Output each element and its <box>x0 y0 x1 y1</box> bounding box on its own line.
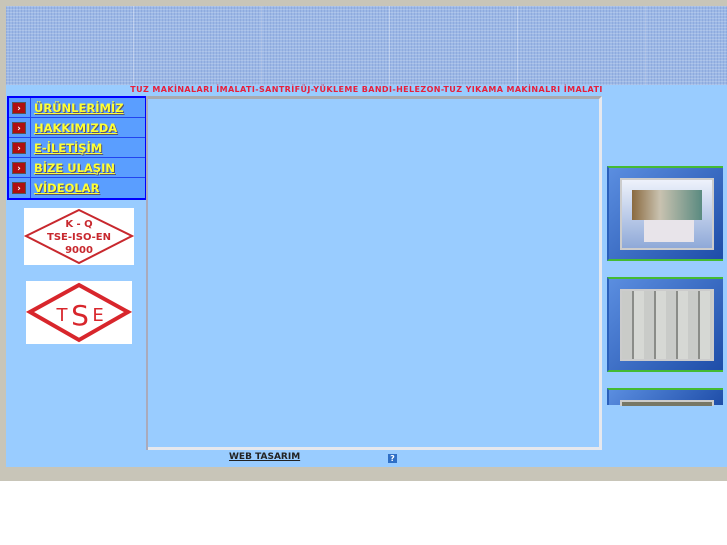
svg-text:S: S <box>71 299 89 332</box>
chevron-right-icon: › <box>12 141 26 154</box>
svg-text:TSE-ISO-EN: TSE-ISO-EN <box>47 232 111 243</box>
chevron-right-icon: › <box>12 101 26 114</box>
kq-tse-iso-logo: K - Q TSE-ISO-EN 9000 <box>23 208 135 265</box>
menu-item-hakkimizda[interactable]: › HAKKIMIZDA <box>9 117 145 138</box>
svg-text:9000: 9000 <box>65 245 93 256</box>
menu-item-urunlerimiz[interactable]: › ÜRÜNLERİMİZ <box>9 97 145 118</box>
svg-text:T: T <box>56 305 69 326</box>
menu-link[interactable]: ÜRÜNLERİMİZ <box>34 101 124 115</box>
page: TUZ MAKİNALARI İMALATI-SANTRİFÜJ-YÜKLEME… <box>6 6 727 467</box>
menu-link[interactable]: BİZE ULAŞIN <box>34 161 115 175</box>
header-banner <box>6 6 727 85</box>
product-image[interactable] <box>607 388 723 406</box>
menu-item-e-iletisim[interactable]: › E-İLETİŞİM <box>9 137 145 158</box>
menu-item-bize-ulasin[interactable]: › BİZE ULAŞIN <box>9 157 145 178</box>
chevron-right-icon: › <box>12 161 26 174</box>
main-content <box>148 96 602 450</box>
menu-link[interactable]: VİDEOLAR <box>34 181 99 195</box>
product-image[interactable] <box>607 277 723 372</box>
tse-logo: T S E <box>25 281 133 344</box>
help-icon[interactable]: ? <box>387 453 398 464</box>
tagline: TUZ MAKİNALARI İMALATI-SANTRİFÜJ-YÜKLEME… <box>130 85 603 94</box>
menu-link[interactable]: HAKKIMIZDA <box>34 121 117 135</box>
nav-menu: › ÜRÜNLERİMİZ › HAKKIMIZDA › E-İLETİŞİM › Bİ… <box>7 96 147 200</box>
svg-text:E: E <box>92 305 103 326</box>
menu-item-videolar[interactable]: › VİDEOLAR <box>9 178 145 198</box>
web-design-link[interactable]: WEB TASARIM <box>229 452 300 462</box>
chevron-right-icon: › <box>12 121 26 134</box>
product-image[interactable] <box>607 166 723 261</box>
svg-text:K - Q: K - Q <box>65 219 92 230</box>
chevron-right-icon: › <box>12 182 26 194</box>
menu-link[interactable]: E-İLETİŞİM <box>34 141 102 155</box>
